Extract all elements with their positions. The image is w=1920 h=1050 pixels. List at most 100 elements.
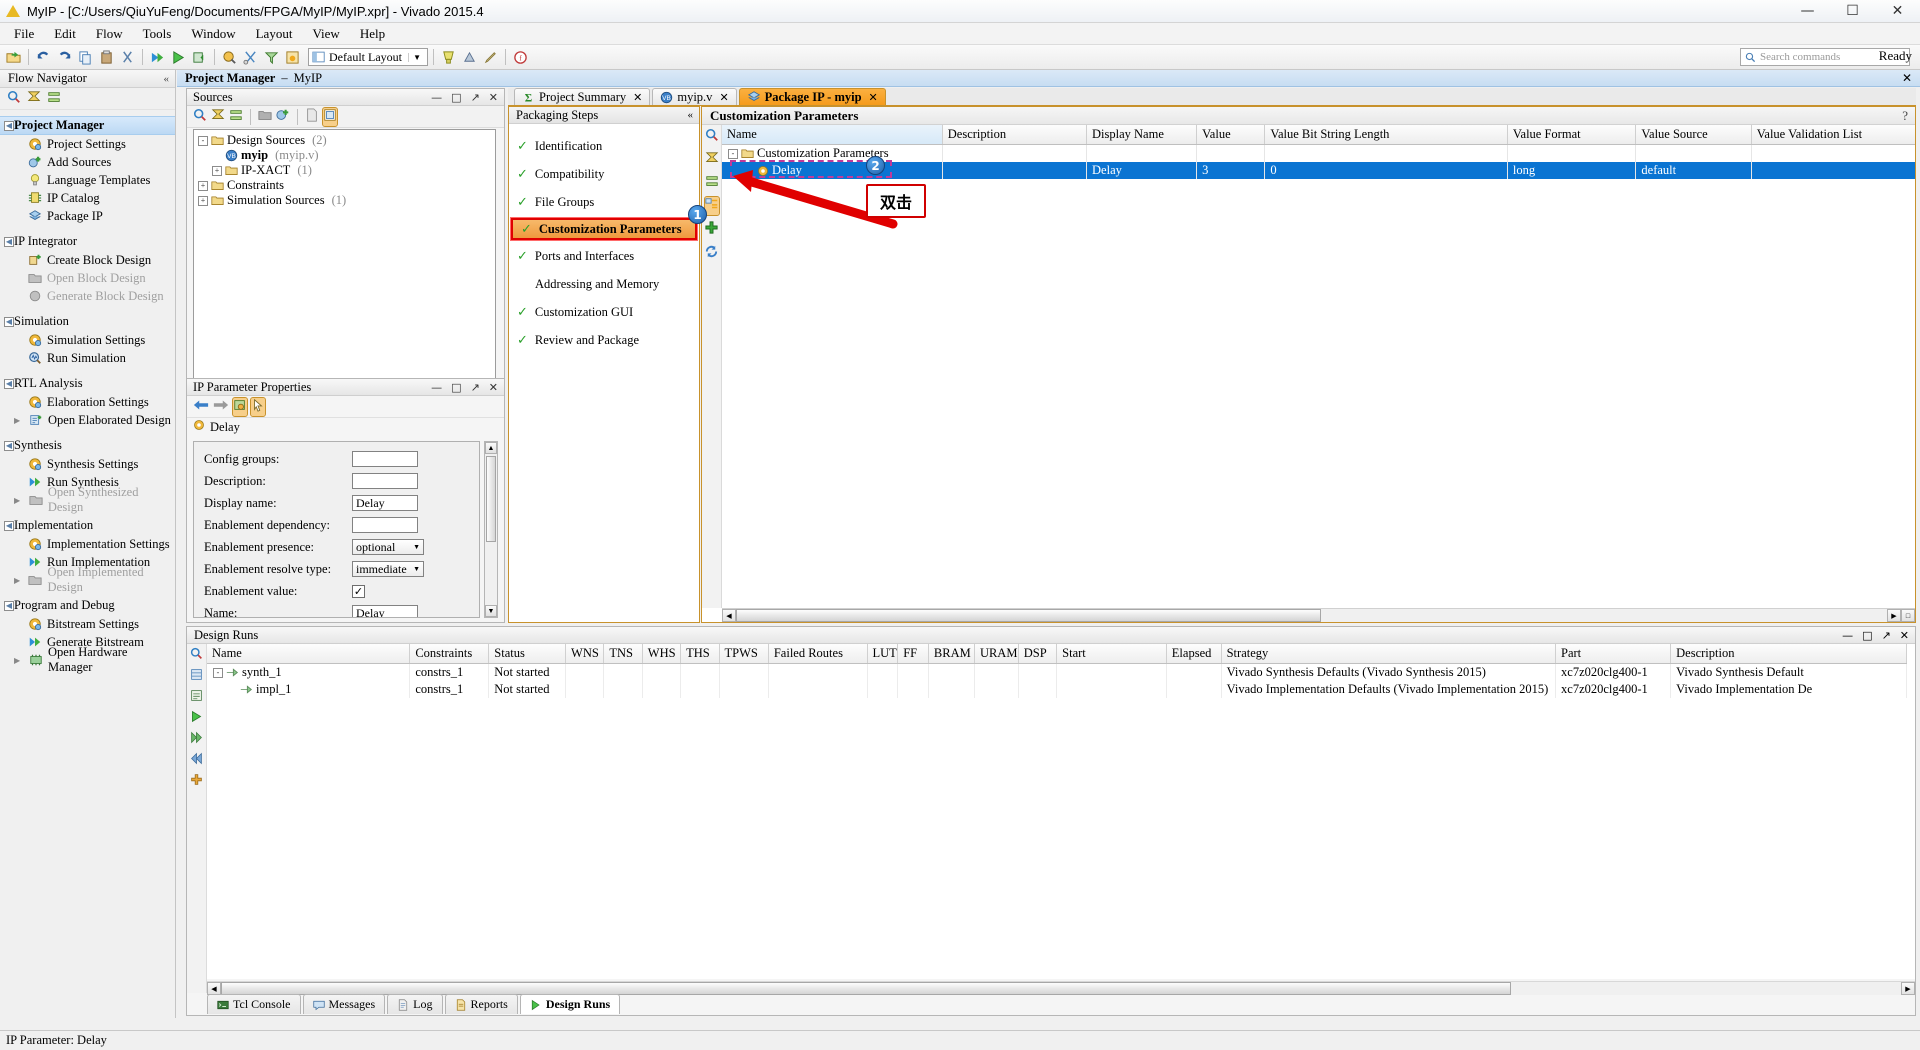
packaging-step-addressing-and-memory[interactable]: Addressing and Memory [509,272,699,296]
customization-parameters-hscroll[interactable]: ◀ ▶ □ [722,608,1915,622]
ipp-field-input[interactable]: Delay [352,605,418,617]
twisty-icon[interactable]: ◀ [4,600,14,611]
close-icon[interactable]: ✕ [719,91,728,104]
sources-close-icon[interactable]: ✕ [489,91,498,104]
open-hardware-icon[interactable] [220,48,239,67]
scroll-right-arrow-icon[interactable]: ▶ [1887,609,1901,622]
flow-nav-item-synthesis-settings[interactable]: Synthesis Settings [0,455,175,473]
flow-nav-group-simulation[interactable]: ◀ Simulation [0,312,175,331]
design-runs-close-icon[interactable]: ✕ [1900,629,1909,642]
design-runs-column-header[interactable]: TNS [603,644,643,664]
scroll-right-arrow-icon[interactable]: ▶ [1901,982,1915,995]
sources-float-icon[interactable]: ↗ [471,91,480,104]
ipp-field-select[interactable]: optional ▼ [352,539,424,555]
search-icon[interactable] [190,647,203,664]
chevron-down-icon[interactable]: ▼ [413,543,420,551]
hscroll-track[interactable] [736,609,1887,622]
hierarchy-view-icon[interactable] [322,106,338,127]
twisty-icon[interactable]: ◀ [4,520,14,531]
design-runs-column-header[interactable]: TPWS [719,644,769,664]
design-runs-table-wrap[interactable]: Name Constraints Status WNS TNS WHS THS TPWS Fai… [207,644,1915,979]
sources-tree-node[interactable]: - Design Sources (2) [198,133,495,148]
layout-selector[interactable]: Default Layout ▼ [308,48,428,66]
redo-icon[interactable] [55,48,74,67]
help-icon[interactable]: ? [1902,108,1915,124]
report-icon[interactable] [283,48,302,67]
design-runs-column-header[interactable]: Part [1555,644,1672,664]
reset-runs-icon[interactable] [190,773,203,790]
twisty-icon[interactable]: + [212,165,222,176]
expand-all-icon[interactable] [47,90,61,108]
design-runs-column-header[interactable]: WHS [642,644,682,664]
flow-nav-item-ip-catalog[interactable]: IP Catalog [0,189,175,207]
menu-tools[interactable]: Tools [133,24,182,44]
run-synthesis-icon[interactable] [148,48,167,67]
run-all-icon[interactable] [190,731,203,748]
bottom-tab-reports[interactable]: Reports [444,994,518,1014]
pencil-toolbar-icon[interactable] [481,48,500,67]
expand-all-icon[interactable] [705,174,719,192]
flow-nav-item-create-block-design[interactable]: Create Block Design [0,251,175,269]
undo-icon[interactable] [34,48,53,67]
close-icon[interactable]: ✕ [869,91,878,104]
editor-tab-myip-v[interactable]: VB myip.v ✕ [652,88,737,105]
design-runs-column-header[interactable]: FF [897,644,929,664]
block-design-toolbar-icon[interactable] [460,48,479,67]
paste-icon[interactable] [97,48,116,67]
scroll-up-arrow-icon[interactable]: ▲ [485,442,497,454]
menu-window[interactable]: Window [181,24,245,44]
flow-nav-item-package-ip[interactable]: Package IP [0,207,175,225]
design-runs-hscroll[interactable]: ◀ ▶ [207,981,1915,995]
menu-view[interactable]: View [302,24,349,44]
twisty-icon[interactable]: + [198,195,208,206]
project-manager-close-icon[interactable]: ✕ [1902,71,1920,85]
forward-arrow-icon[interactable] [213,399,229,415]
open-folder-icon[interactable] [258,108,272,126]
expand-arrow-icon[interactable]: ▶ [14,496,24,505]
expand-arrow-icon[interactable]: ▶ [14,656,24,665]
design-runs-column-header[interactable]: LUT [867,644,899,664]
close-icon[interactable]: ✕ [633,91,642,104]
design-runs-column-header[interactable]: Elapsed [1166,644,1222,664]
select-pointer-icon[interactable] [250,396,266,417]
cp-column-header[interactable]: Value Bit String Length [1264,125,1508,145]
packaging-step-ports-and-interfaces[interactable]: ✓ Ports and Interfaces [509,244,699,268]
editor-tab-package-ip-myip[interactable]: Package IP - myip ✕ [738,88,886,105]
run-synthesis-side-icon[interactable] [190,710,203,727]
flow-nav-item-project-settings[interactable]: Project Settings [0,135,175,153]
report-view-icon[interactable] [190,689,203,706]
tcl-toolbar-icon[interactable]: f [511,48,530,67]
ipp-maximize-icon[interactable]: □ [451,381,461,394]
design-runs-column-header[interactable]: DSP [1018,644,1058,664]
design-runs-row[interactable]: impl_1 constrs_1 Not started Vivado Impleme… [207,681,1907,698]
collapse-all-icon[interactable] [211,108,225,126]
expand-arrow-icon[interactable]: ▶ [14,576,23,585]
chevron-down-icon[interactable]: ▼ [413,565,420,573]
twisty-icon[interactable]: ◀ [4,378,14,389]
flow-nav-item-language-templates[interactable]: Language Templates [0,171,175,189]
minimize-button[interactable]: — [1785,0,1830,22]
cp-table-row[interactable]: Delay Delay 3 0 long default [722,162,1915,179]
packaging-step-file-groups[interactable]: ✓ File Groups [509,190,699,214]
add-sources-icon[interactable] [276,108,290,126]
flow-nav-item-implementation-settings[interactable]: Implementation Settings [0,535,175,553]
ipp-field-input[interactable] [352,517,418,533]
cp-column-header[interactable]: Name [722,125,943,145]
flow-nav-item-open-elaborated-design[interactable]: ▶ Open Elaborated Design [0,411,175,429]
cp-column-header[interactable]: Value Format [1507,125,1637,145]
cp-column-header[interactable]: Value Source [1635,125,1752,145]
sources-maximize-icon[interactable]: □ [451,91,461,104]
twisty-icon[interactable]: - [728,148,738,159]
run-implementation-icon[interactable] [169,48,188,67]
twisty-icon[interactable]: - [213,667,223,678]
twisty-icon[interactable]: + [198,180,208,191]
bottom-tab-tcl-console[interactable]: Tcl Console [207,994,301,1014]
menu-help[interactable]: Help [350,24,395,44]
packaging-step-customization-parameters[interactable]: ✓ Customization Parameters [511,218,697,240]
flow-nav-group-synthesis[interactable]: ◀ Synthesis [0,436,175,455]
close-button[interactable]: ✕ [1875,0,1920,22]
ipp-field-input[interactable] [352,451,418,467]
collapse-all-icon[interactable] [705,151,719,169]
menu-layout[interactable]: Layout [246,24,303,44]
ipp-field-select[interactable]: immediate ▼ [352,561,424,577]
